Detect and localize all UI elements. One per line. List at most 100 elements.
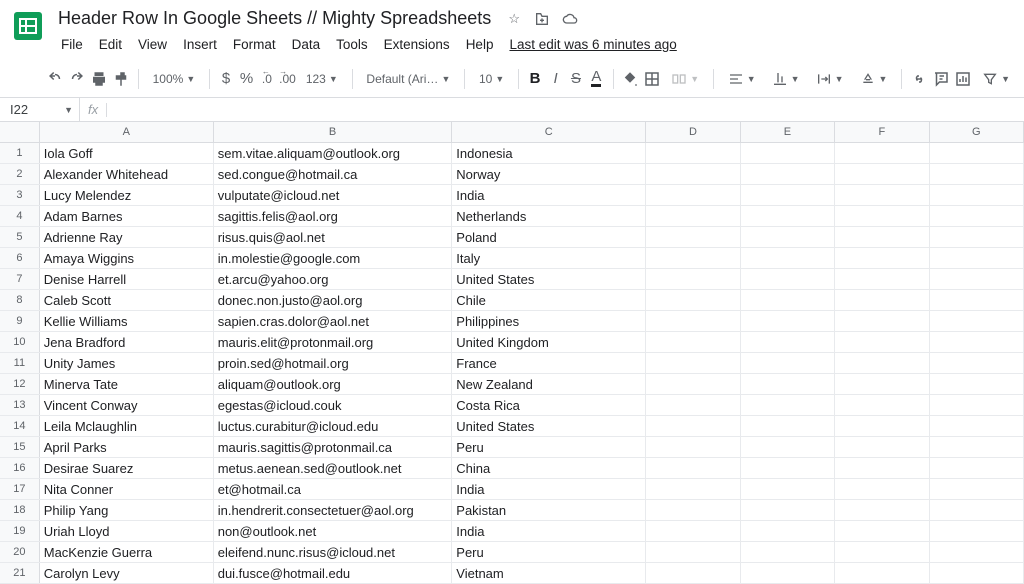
cell[interactable] [835, 353, 929, 373]
more-formats[interactable]: 123▼ [300, 66, 344, 92]
row-header[interactable]: 11 [0, 353, 40, 373]
row-header[interactable]: 3 [0, 185, 40, 205]
cell[interactable] [646, 164, 740, 184]
cell[interactable] [930, 227, 1024, 247]
row-header[interactable]: 19 [0, 521, 40, 541]
cell[interactable]: New Zealand [452, 374, 646, 394]
cell[interactable]: sem.vitae.aliquam@outlook.org [214, 143, 453, 163]
last-edit-link[interactable]: Last edit was 6 minutes ago [502, 33, 683, 56]
cell[interactable] [835, 374, 929, 394]
cell[interactable] [741, 416, 835, 436]
cell[interactable] [930, 458, 1024, 478]
col-header-C[interactable]: C [452, 122, 646, 142]
cell[interactable]: Amaya Wiggins [40, 248, 214, 268]
row-header[interactable]: 8 [0, 290, 40, 310]
row-header[interactable]: 7 [0, 269, 40, 289]
col-header-B[interactable]: B [214, 122, 453, 142]
cell[interactable] [835, 143, 929, 163]
undo-icon[interactable] [46, 66, 64, 92]
cell[interactable]: India [452, 185, 646, 205]
row-header[interactable]: 9 [0, 311, 40, 331]
cell[interactable] [835, 269, 929, 289]
cell[interactable] [930, 143, 1024, 163]
text-color-button[interactable]: A [588, 66, 604, 92]
row-header[interactable]: 13 [0, 395, 40, 415]
cell[interactable] [835, 248, 929, 268]
cell[interactable] [646, 500, 740, 520]
cell[interactable]: dui.fusce@hotmail.edu [214, 563, 453, 583]
cell[interactable]: India [452, 479, 646, 499]
cell[interactable] [930, 185, 1024, 205]
cell[interactable] [930, 416, 1024, 436]
cell[interactable] [741, 206, 835, 226]
sheets-logo[interactable] [8, 6, 48, 46]
cell[interactable]: aliquam@outlook.org [214, 374, 453, 394]
cloud-icon[interactable] [561, 10, 579, 28]
cell[interactable]: luctus.curabitur@icloud.edu [214, 416, 453, 436]
menu-view[interactable]: View [131, 33, 174, 56]
cell[interactable] [741, 185, 835, 205]
cell[interactable]: Peru [452, 437, 646, 457]
cell[interactable] [930, 164, 1024, 184]
cell[interactable]: eleifend.nunc.risus@icloud.net [214, 542, 453, 562]
cell[interactable]: Adam Barnes [40, 206, 214, 226]
cell[interactable]: Pakistan [452, 500, 646, 520]
cell[interactable] [930, 500, 1024, 520]
cell[interactable] [930, 395, 1024, 415]
cell[interactable]: Carolyn Levy [40, 563, 214, 583]
cell[interactable] [741, 395, 835, 415]
decrease-decimal[interactable]: .0← [259, 66, 275, 92]
cell[interactable]: Nita Conner [40, 479, 214, 499]
cell[interactable]: risus.quis@aol.net [214, 227, 453, 247]
cell[interactable] [646, 332, 740, 352]
row-header[interactable]: 18 [0, 500, 40, 520]
cell[interactable] [741, 164, 835, 184]
cell[interactable]: Chile [452, 290, 646, 310]
cell[interactable]: Costa Rica [452, 395, 646, 415]
move-icon[interactable] [533, 10, 551, 28]
cell[interactable]: non@outlook.net [214, 521, 453, 541]
cell[interactable] [835, 206, 929, 226]
cell[interactable] [835, 479, 929, 499]
menu-file[interactable]: File [54, 33, 90, 56]
menu-data[interactable]: Data [285, 33, 328, 56]
select-all-corner[interactable] [0, 122, 40, 142]
cell[interactable] [835, 332, 929, 352]
cell[interactable] [741, 332, 835, 352]
redo-icon[interactable] [68, 66, 86, 92]
cell[interactable]: Jena Bradford [40, 332, 214, 352]
row-header[interactable]: 15 [0, 437, 40, 457]
cell[interactable]: Leila Mclaughlin [40, 416, 214, 436]
cell[interactable] [835, 164, 929, 184]
menu-tools[interactable]: Tools [329, 33, 375, 56]
row-header[interactable]: 1 [0, 143, 40, 163]
cell[interactable] [741, 143, 835, 163]
name-box[interactable]: I22 ▼ [0, 98, 80, 121]
cell[interactable]: Iola Goff [40, 143, 214, 163]
increase-decimal[interactable]: .00→ [279, 66, 296, 92]
cell[interactable] [741, 227, 835, 247]
cell[interactable]: China [452, 458, 646, 478]
col-header-D[interactable]: D [646, 122, 740, 142]
cell[interactable] [741, 290, 835, 310]
cell[interactable] [741, 479, 835, 499]
row-header[interactable]: 10 [0, 332, 40, 352]
cell[interactable]: Caleb Scott [40, 290, 214, 310]
cell[interactable]: mauris.elit@protonmail.org [214, 332, 453, 352]
cell[interactable]: United Kingdom [452, 332, 646, 352]
insert-chart-icon[interactable] [954, 66, 972, 92]
cell[interactable]: Indonesia [452, 143, 646, 163]
cell[interactable]: Minerva Tate [40, 374, 214, 394]
merge-cells[interactable]: ▼ [665, 66, 705, 92]
cell[interactable] [646, 563, 740, 583]
col-header-G[interactable]: G [930, 122, 1024, 142]
cell[interactable] [646, 458, 740, 478]
cell[interactable]: et@hotmail.ca [214, 479, 453, 499]
cell[interactable] [646, 374, 740, 394]
cell[interactable] [741, 248, 835, 268]
cell[interactable] [646, 437, 740, 457]
cell[interactable]: Lucy Melendez [40, 185, 214, 205]
cell[interactable]: United States [452, 416, 646, 436]
cell[interactable]: Netherlands [452, 206, 646, 226]
paint-format-icon[interactable] [112, 66, 130, 92]
